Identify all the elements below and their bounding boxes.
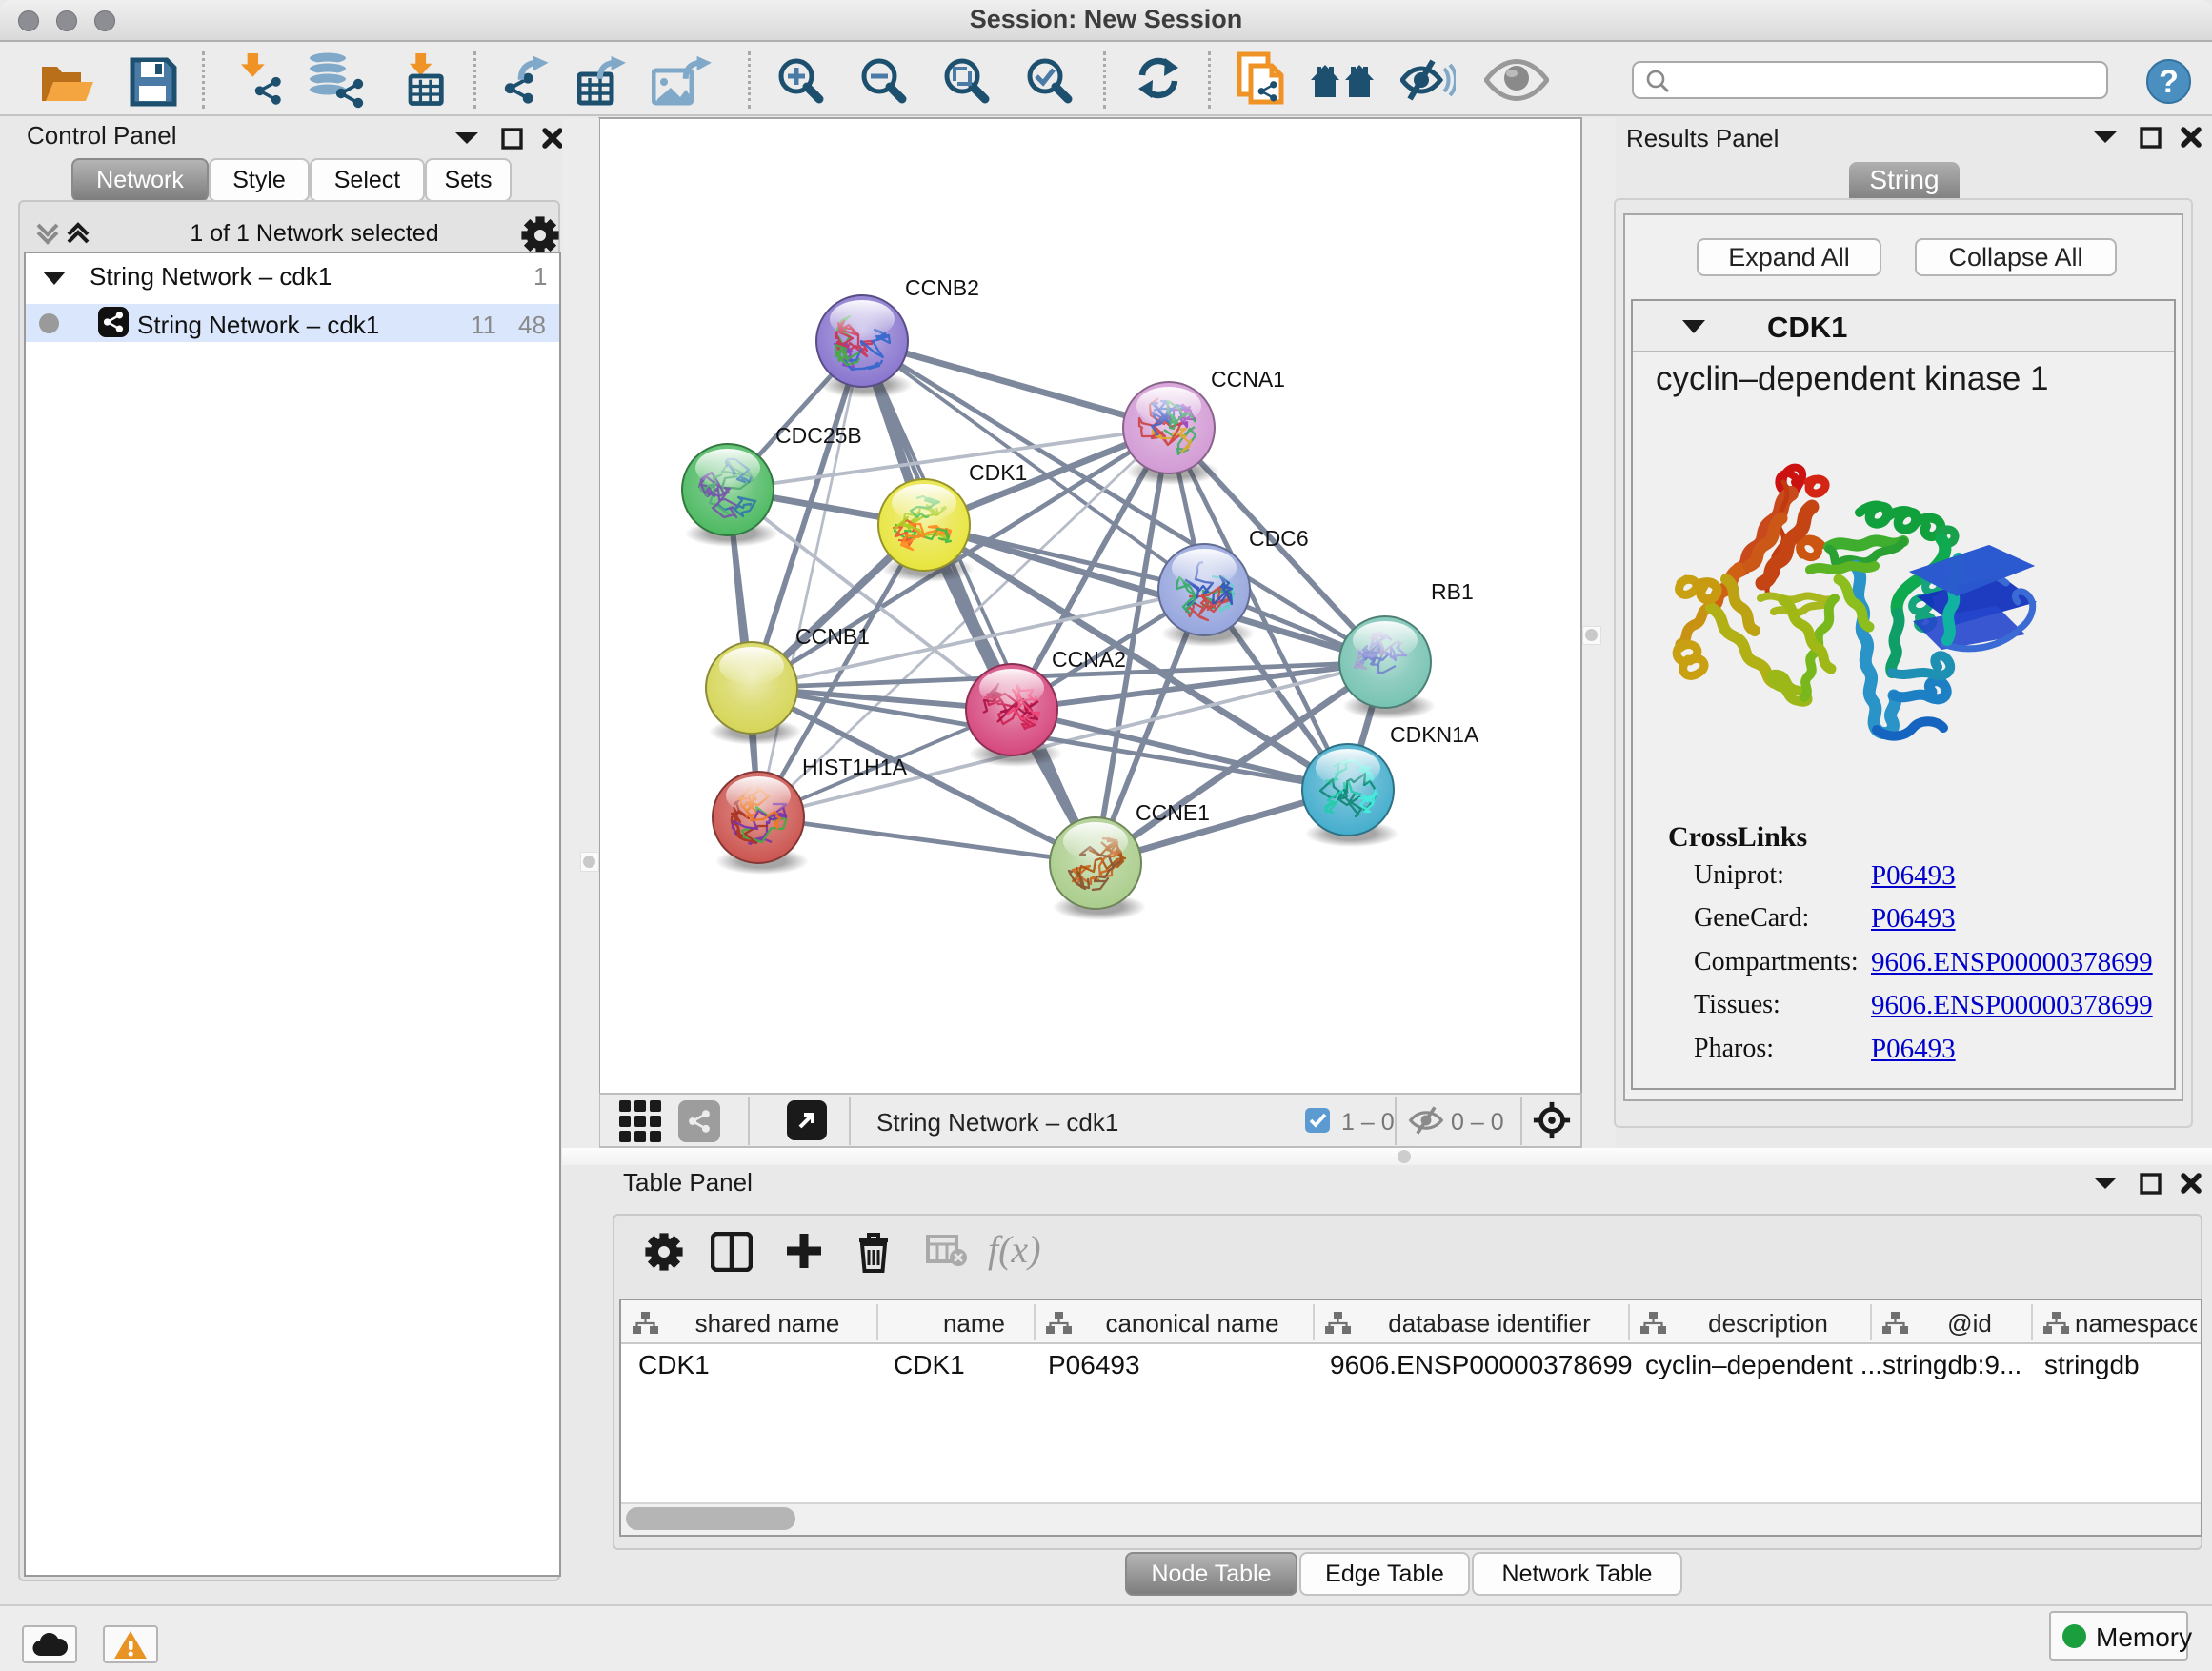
svg-text:CCNB1: CCNB1: [795, 624, 870, 649]
svg-text:RB1: RB1: [1431, 579, 1474, 604]
svg-text:CDK1: CDK1: [969, 460, 1027, 485]
svg-text:CCNA2: CCNA2: [1052, 647, 1126, 672]
svg-text:HIST1H1A: HIST1H1A: [802, 755, 908, 779]
svg-text:CDC25B: CDC25B: [775, 423, 862, 448]
svg-text:CCNE1: CCNE1: [1136, 800, 1210, 825]
svg-text:CCNA1: CCNA1: [1211, 367, 1285, 392]
svg-text:CDC6: CDC6: [1249, 526, 1309, 551]
svg-text:CCNB2: CCNB2: [905, 275, 979, 300]
svg-text:CDKN1A: CDKN1A: [1390, 722, 1479, 747]
